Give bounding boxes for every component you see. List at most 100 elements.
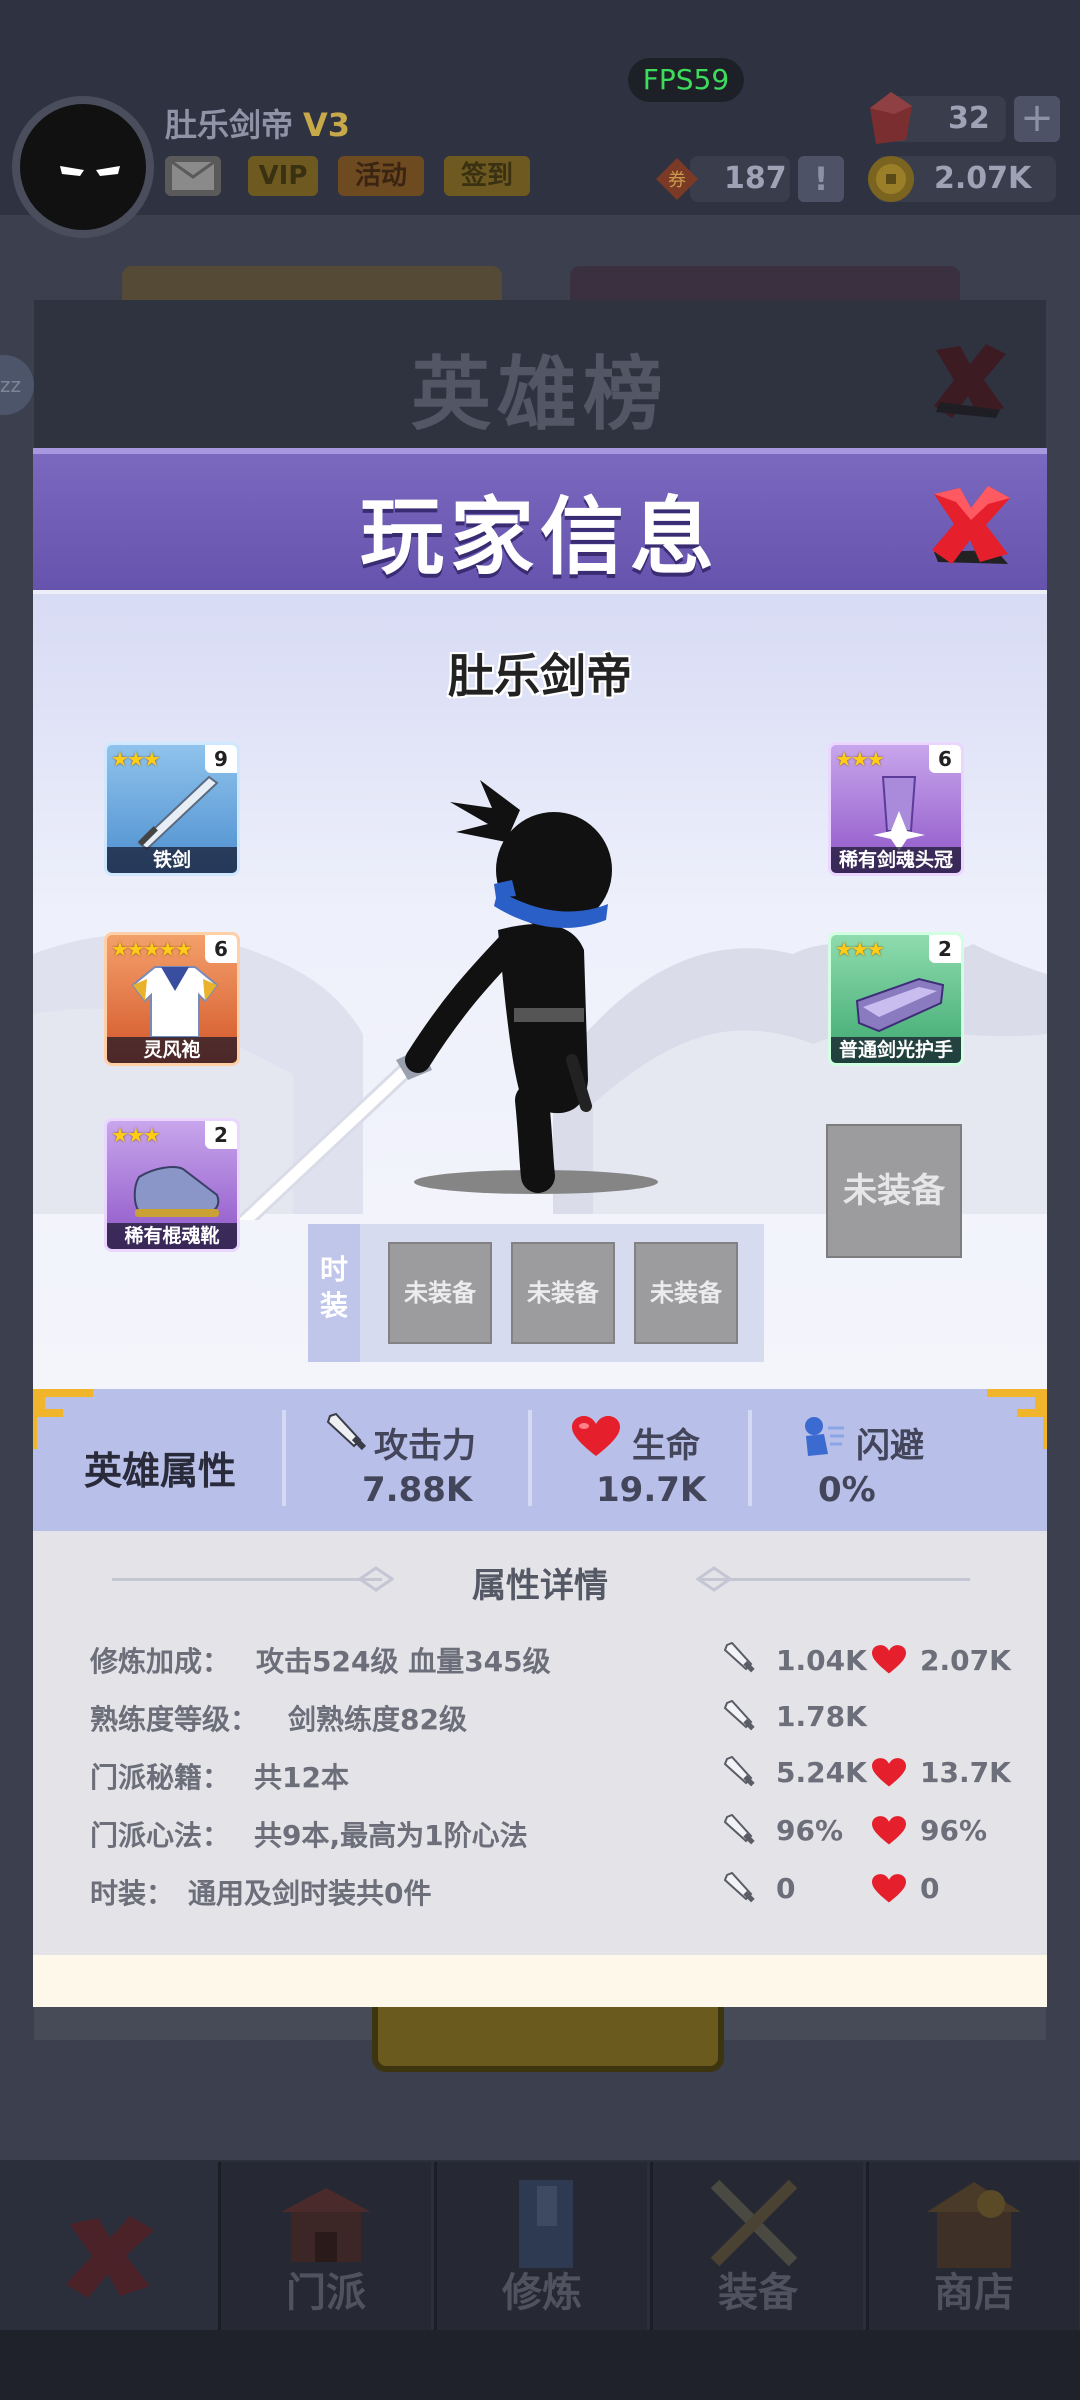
nav-sect-label: 门派 <box>286 2270 366 2316</box>
event-button[interactable]: 活动 <box>338 156 424 196</box>
hp-value: 19.7K <box>596 1470 707 1510</box>
heart-icon <box>872 1645 906 1674</box>
dialog-footer <box>33 1955 1047 2007</box>
robe-icon <box>131 966 219 1038</box>
slot-stars: ★★★ <box>111 1123 161 1147</box>
player-name: 肚乐剑帝 <box>448 649 632 703</box>
equip-slot-helmet[interactable]: ★★★ 6 稀有剑魂头冠 <box>828 742 964 876</box>
nav-sect[interactable]: 门派 <box>218 2162 431 2330</box>
slot-name: 铁剑 <box>107 847 237 873</box>
attr-divider <box>282 1410 286 1506</box>
nav-equipment[interactable]: 装备 <box>650 2162 863 2330</box>
coin-icon <box>868 156 914 202</box>
slot-level: 2 <box>205 1121 237 1149</box>
attr-divider <box>748 1410 752 1506</box>
detail-hp: 2.07K <box>920 1644 1011 1677</box>
slot-stars: ★★★ <box>835 937 885 961</box>
detail-attack: 1.04K <box>776 1644 867 1677</box>
crown-icon <box>873 776 925 851</box>
details-title: 属性详情 <box>472 1566 608 1606</box>
heart-icon <box>572 1416 620 1456</box>
system-bar <box>0 2330 1080 2400</box>
slot-level: 6 <box>205 935 237 963</box>
detail-attack: 0 <box>776 1872 796 1905</box>
ticket-info-button[interactable]: ! <box>798 156 844 202</box>
detail-attack: 96% <box>776 1814 844 1847</box>
dodge-icon <box>805 1417 844 1456</box>
dialog-title: 玩家信息 <box>359 488 720 586</box>
hero-character <box>236 780 658 1220</box>
detail-label: 熟练度等级： <box>90 1703 259 1736</box>
attack-icon <box>724 1814 755 1845</box>
detail-value: 共12本 <box>254 1761 349 1794</box>
equip-slot-boots[interactable]: ★★★ 2 稀有棍魂靴 <box>104 1118 240 1252</box>
player-avatar[interactable] <box>12 96 154 238</box>
fashion-label: 时装 <box>308 1224 360 1362</box>
equip-slot-weapon[interactable]: ★★★ 9 铁剑 <box>104 742 240 876</box>
slot-name: 稀有剑魂头冠 <box>831 847 961 873</box>
detail-attack: 5.24K <box>776 1756 867 1789</box>
detail-hp: 13.7K <box>920 1756 1011 1789</box>
fashion-slot[interactable]: 未装备 <box>388 1242 492 1344</box>
attr-divider <box>528 1410 532 1506</box>
slot-stars: ★★★ <box>111 747 161 771</box>
attack-icon <box>724 1756 755 1787</box>
fashion-slot[interactable]: 未装备 <box>634 1242 738 1344</box>
attack-label: 攻击力 <box>374 1426 476 1466</box>
slot-level: 2 <box>929 935 961 963</box>
detail-label: 修炼加成： <box>90 1645 231 1678</box>
mail-icon[interactable] <box>165 156 221 196</box>
slot-stars: ★★★★★ <box>111 937 193 961</box>
boot-icon <box>133 1166 220 1217</box>
gem-count: 32 <box>948 101 990 136</box>
fps-counter: FPS59 <box>628 58 744 102</box>
fashion-slot[interactable]: 未装备 <box>511 1242 615 1344</box>
dialog-close-icon[interactable] <box>926 480 1016 570</box>
nav-cultivate[interactable]: 修炼 <box>434 2162 647 2330</box>
checkin-button[interactable]: 签到 <box>444 156 530 196</box>
nav-cultivate-label: 修炼 <box>502 2270 582 2316</box>
slot-name: 普通剑光护手 <box>831 1037 961 1063</box>
detail-label: 时装： <box>90 1877 175 1910</box>
ninja-eyes-icon <box>60 166 120 176</box>
detail-label: 门派秘籍： <box>90 1761 231 1794</box>
hp-label: 生命 <box>632 1426 700 1466</box>
equip-slot-armor[interactable]: ★★★★★ 6 灵风袍 <box>104 932 240 1066</box>
detail-attack: 1.78K <box>776 1700 867 1733</box>
slot-stars: ★★★ <box>835 747 885 771</box>
equip-slot-empty[interactable]: 未装备 <box>826 1124 962 1258</box>
attack-icon <box>724 1872 755 1903</box>
hero-ranking-title: 英雄榜 <box>411 348 669 441</box>
hud-vip-level: V3 <box>303 106 351 144</box>
detail-hp: 96% <box>920 1814 988 1847</box>
attack-icon <box>724 1700 755 1731</box>
gem-icon <box>870 92 912 144</box>
equip-slot-gloves[interactable]: ★★★ 2 普通剑光护手 <box>828 932 964 1066</box>
attack-icon <box>326 1412 367 1451</box>
heart-icon <box>872 1874 906 1903</box>
hero-attributes-title: 英雄属性 <box>84 1449 237 1493</box>
detail-label: 门派心法： <box>90 1819 231 1852</box>
dodge-label: 闪避 <box>856 1426 924 1466</box>
attack-value: 7.88K <box>362 1470 473 1510</box>
ticket-icon: 券 <box>656 158 698 200</box>
slot-level: 6 <box>929 745 961 773</box>
slot-level: 9 <box>205 745 237 773</box>
corner-ornament-right <box>987 1389 1047 1449</box>
slot-name: 灵风袍 <box>107 1037 237 1063</box>
heart-icon <box>872 1816 906 1845</box>
hud-player-name: 肚乐剑帝 V3 <box>165 100 350 146</box>
ticket-counter: 187 <box>690 156 790 202</box>
detail-value: 攻击524级 血量345级 <box>256 1645 551 1678</box>
add-gems-button[interactable]: + <box>1014 96 1060 142</box>
gauntlet-icon <box>855 977 945 1033</box>
heart-icon <box>872 1758 906 1787</box>
detail-value: 共9本,最高为1阶心法 <box>254 1819 528 1852</box>
ranking-close-icon[interactable] <box>930 340 1010 420</box>
nav-shop[interactable]: 商店 <box>866 2162 1079 2330</box>
nav-close-icon[interactable] <box>60 2210 160 2300</box>
vip-button[interactable]: VIP <box>248 156 318 196</box>
sword-icon <box>137 775 219 851</box>
coin-count: 2.07K <box>934 161 1032 196</box>
nav-shop-label: 商店 <box>934 2270 1014 2316</box>
